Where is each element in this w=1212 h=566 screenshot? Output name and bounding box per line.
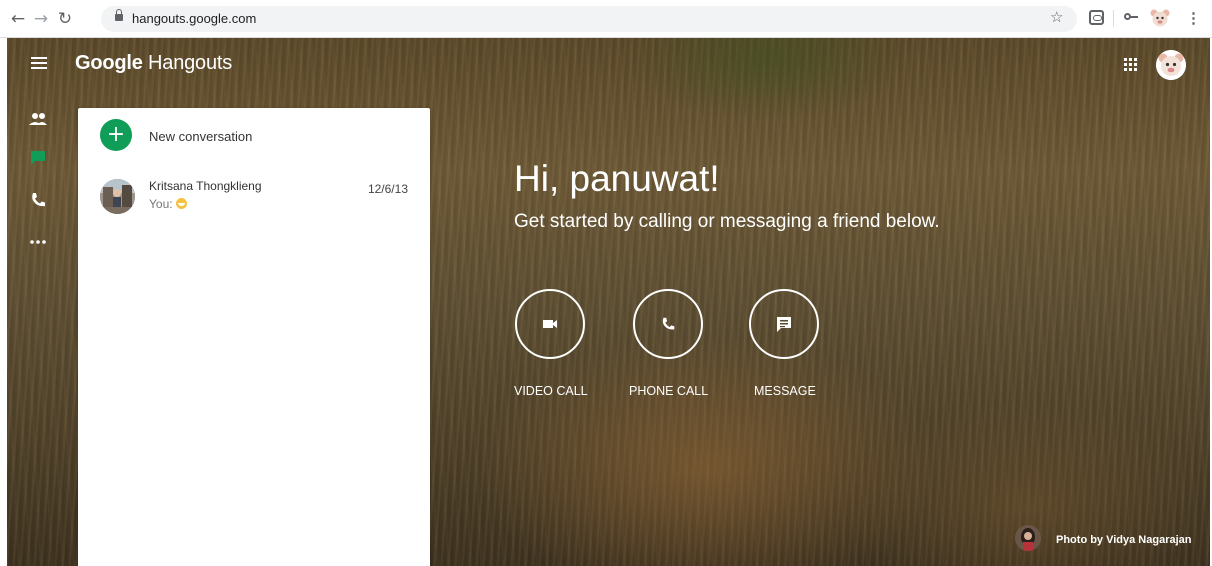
message-icon: [777, 317, 791, 332]
product-name: Hangouts: [148, 52, 233, 74]
new-conversation-label[interactable]: New conversation: [149, 129, 252, 144]
contact-avatar: [100, 179, 135, 214]
more-icon[interactable]: [28, 232, 48, 252]
url-text: hangouts.google.com: [132, 11, 257, 26]
phone-call-label[interactable]: PHONE CALL: [629, 384, 708, 398]
toolbar-divider: [1113, 10, 1114, 27]
star-icon[interactable]: ☆: [1050, 8, 1063, 26]
greeting-heading: Hi, panuwat!: [514, 158, 720, 199]
new-conversation-button[interactable]: +: [100, 119, 132, 151]
kebab-menu-icon[interactable]: ⋮: [1186, 9, 1201, 27]
profile-icon[interactable]: [1150, 9, 1170, 27]
apps-grid-icon[interactable]: [1124, 58, 1137, 71]
photo-credit[interactable]: Photo by Vidya Nagarajan: [1056, 534, 1192, 546]
forward-arrow-icon[interactable]: →: [31, 8, 51, 30]
video-call-button[interactable]: [515, 289, 585, 359]
chat-icon[interactable]: [28, 148, 48, 168]
phone-call-button[interactable]: [633, 289, 703, 359]
key-icon[interactable]: [1124, 12, 1138, 22]
video-camera-icon: [543, 320, 557, 328]
hangouts-app: Google Hangouts + New conversation Krits…: [7, 38, 1210, 566]
conversation-panel: + New conversation Kritsana Thongklieng …: [78, 108, 430, 566]
phone-icon: [662, 317, 675, 330]
video-call-label[interactable]: VIDEO CALL: [514, 384, 588, 398]
phone-icon[interactable]: [28, 190, 48, 210]
browser-toolbar: ← → ↻ hangouts.google.com ☆ ⋮: [0, 0, 1212, 38]
greeting-subtitle: Get started by calling or messaging a fr…: [514, 211, 940, 232]
photographer-avatar[interactable]: [1015, 525, 1041, 551]
message-preview: You:: [149, 197, 187, 211]
hamburger-menu-icon[interactable]: [31, 57, 47, 69]
contacts-icon[interactable]: [28, 110, 48, 130]
lock-icon: [115, 9, 123, 22]
message-button[interactable]: [749, 289, 819, 359]
message-label[interactable]: MESSAGE: [754, 384, 816, 398]
brand-name: Google: [75, 52, 143, 74]
contact-name: Kritsana Thongklieng: [149, 179, 262, 193]
reload-icon[interactable]: ↻: [55, 8, 75, 30]
conversation-item[interactable]: Kritsana Thongklieng You: 12/6/13: [78, 168, 430, 228]
back-arrow-icon[interactable]: ←: [8, 8, 28, 30]
message-preview-text: You:: [149, 197, 173, 211]
extension-icon[interactable]: [1089, 10, 1104, 25]
app-title: Google Hangouts: [75, 52, 232, 75]
account-avatar[interactable]: [1156, 50, 1186, 80]
smiley-emoji-icon: [175, 198, 187, 209]
address-bar[interactable]: hangouts.google.com: [101, 6, 1077, 32]
conversation-date: 12/6/13: [367, 182, 408, 196]
